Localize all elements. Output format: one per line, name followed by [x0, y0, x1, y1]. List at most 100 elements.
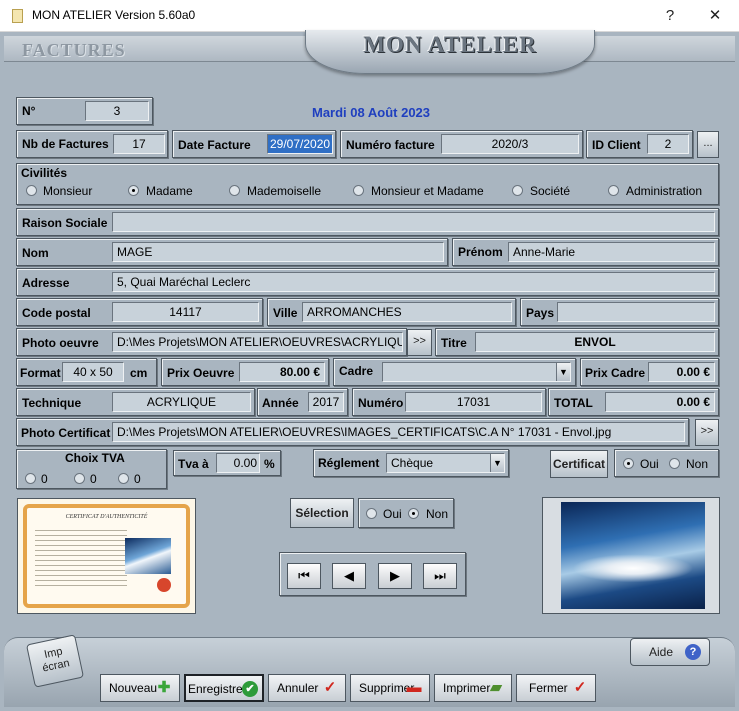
radio-label-certificat-non: Non [686, 457, 709, 471]
radio-tva-2[interactable] [74, 473, 85, 484]
reglement-select[interactable]: Chèque [386, 453, 505, 473]
numero-facture-label: Numéro facture [346, 138, 435, 152]
format-field[interactable]: 40 x 50 [62, 362, 124, 382]
ville-field[interactable]: ARROMANCHES [302, 302, 512, 322]
annee-field[interactable]: 2017 [308, 392, 344, 412]
radio-administration[interactable] [608, 185, 619, 196]
radio-certificat-oui[interactable] [623, 458, 634, 469]
id-client-field[interactable]: 2 [647, 134, 689, 154]
frame-pays: Pays [520, 298, 719, 326]
aide-button[interactable]: Aide ? [630, 638, 710, 666]
frame-raison-sociale: Raison Sociale [16, 208, 719, 236]
radio-tva-3[interactable] [118, 473, 129, 484]
annuler-button[interactable]: Annuler ✓ [268, 674, 346, 702]
total-field[interactable]: 0.00 € [605, 392, 715, 412]
prix-oeuvre-label: Prix Oeuvre [167, 366, 235, 380]
close-icon[interactable]: ✕ [703, 4, 727, 28]
certificat-button[interactable]: Certificat [550, 450, 608, 478]
certificate-heading: CERTIFICAT D'AUTHENTICITÉ [65, 514, 148, 520]
next-record-icon[interactable]: ▶ [378, 563, 412, 589]
id-client-lookup-button[interactable]: ... [697, 131, 719, 158]
fermer-label: Fermer [529, 681, 568, 695]
nom-field[interactable]: MAGE [112, 242, 444, 262]
radio-selection-non[interactable] [408, 508, 419, 519]
pays-label: Pays [526, 306, 555, 320]
radio-label-certificat-oui: Oui [640, 457, 659, 471]
window-title: MON ATELIER Version 5.60a0 [32, 8, 196, 22]
current-date: Mardi 08 Août 2023 [312, 105, 431, 120]
previous-record-icon[interactable]: ◀ [332, 563, 366, 589]
photo-oeuvre-browse-button[interactable]: >> [407, 329, 432, 356]
printer-icon: ▰ [490, 679, 502, 696]
technique-field[interactable]: ACRYLIQUE [112, 392, 251, 412]
radio-certificat-non[interactable] [669, 458, 680, 469]
artwork-image [561, 502, 705, 609]
cadre-select[interactable] [382, 362, 571, 382]
prenom-field[interactable]: Anne-Marie [508, 242, 715, 262]
photo-oeuvre-field[interactable]: D:\Mes Projets\MON ATELIER\OEUVRES\ACRYL… [112, 332, 403, 352]
numero-field[interactable]: 17031 [405, 392, 542, 412]
radio-tva-1[interactable] [25, 473, 36, 484]
photo-certificat-browse-button[interactable]: >> [695, 419, 719, 446]
frame-cadre: Cadre ▼ [333, 358, 576, 386]
choix-tva-label: Choix TVA [65, 451, 125, 465]
radio-mademoiselle[interactable] [229, 185, 240, 196]
frame-id-client: ID Client 2 [586, 130, 693, 158]
titre-field[interactable]: ENVOL [475, 332, 715, 352]
annee-label: Année [262, 396, 299, 410]
nouveau-label: Nouveau [109, 681, 158, 695]
first-record-icon[interactable]: ⏮ [287, 563, 321, 589]
radio-madame[interactable] [128, 185, 139, 196]
prix-cadre-field[interactable]: 0.00 € [648, 362, 715, 382]
tva-a-field[interactable]: 0.00 [216, 453, 260, 473]
prenom-label: Prénom [458, 245, 503, 259]
pays-field[interactable] [557, 302, 715, 322]
number-field[interactable]: 3 [85, 101, 149, 121]
help-circle-icon: ? [685, 644, 701, 660]
minus-icon: ▬ [406, 679, 422, 696]
date-facture-field[interactable]: 29/07/2020 [267, 134, 333, 154]
frame-prix-oeuvre: Prix Oeuvre 80.00 € [161, 358, 329, 386]
certificate-thumbnail[interactable]: CERTIFICAT D'AUTHENTICITÉ [17, 498, 196, 614]
fermer-button[interactable]: Fermer ✓ [516, 674, 596, 702]
logo-tab: MON ATELIER [305, 30, 595, 74]
radio-label-madame: Madame [146, 184, 193, 198]
radio-monsieur[interactable] [26, 185, 37, 196]
raison-sociale-field[interactable] [112, 212, 715, 232]
radio-label-tva-1: 0 [41, 472, 48, 486]
frame-format: Format 40 x 50 cm [16, 358, 157, 386]
prix-oeuvre-field[interactable]: 80.00 € [239, 362, 325, 382]
code-postal-field[interactable]: 14117 [112, 302, 259, 322]
radio-societe[interactable] [512, 185, 523, 196]
frame-selection-options: Oui Non [358, 498, 454, 528]
cadre-dropdown-arrow-icon[interactable]: ▼ [556, 363, 570, 381]
radio-monsieur-et-madame[interactable] [353, 185, 364, 196]
adresse-field[interactable]: 5, Quai Maréchal Leclerc [112, 272, 715, 292]
numero-label: Numéro [358, 396, 404, 410]
reglement-dropdown-arrow-icon[interactable]: ▼ [490, 454, 504, 472]
radio-selection-oui[interactable] [366, 508, 377, 519]
selection-button[interactable]: Sélection [290, 498, 354, 528]
supprimer-button[interactable]: Supprimer ▬ [350, 674, 430, 702]
photo-certificat-field[interactable]: D:\Mes Projets\MON ATELIER\OEUVRES\IMAGE… [112, 422, 685, 442]
frame-code-postal: Code postal 14117 [16, 298, 263, 326]
certificate-artwork-image [125, 538, 171, 574]
frame-certificat-options: Oui Non [614, 449, 719, 477]
window-titlebar: MON ATELIER Version 5.60a0 ? ✕ [0, 0, 739, 32]
plus-icon: ✚ [157, 679, 171, 696]
number-label: N° [22, 104, 36, 118]
nb-factures-field[interactable]: 17 [113, 134, 165, 154]
radio-label-monsieur-et-madame: Monsieur et Madame [371, 184, 484, 198]
red-check-icon: ✓ [323, 679, 337, 696]
help-icon[interactable]: ? [658, 4, 682, 28]
nouveau-button[interactable]: Nouveau ✚ [100, 674, 180, 702]
frame-numero-facture: Numéro facture 2020/3 [340, 130, 583, 158]
enregistrer-button[interactable]: Enregistrer ✔ [184, 674, 264, 702]
numero-facture-field[interactable]: 2020/3 [441, 134, 579, 154]
aide-label: Aide [649, 645, 674, 659]
frame-navigation: ⏮ ◀ ▶ ⏭ [279, 552, 466, 596]
imprimer-button[interactable]: Imprimer ▰ [434, 674, 512, 702]
last-record-icon[interactable]: ⏭ [423, 563, 457, 589]
artwork-thumbnail[interactable] [542, 497, 720, 614]
section-title: FACTURES [22, 40, 126, 60]
